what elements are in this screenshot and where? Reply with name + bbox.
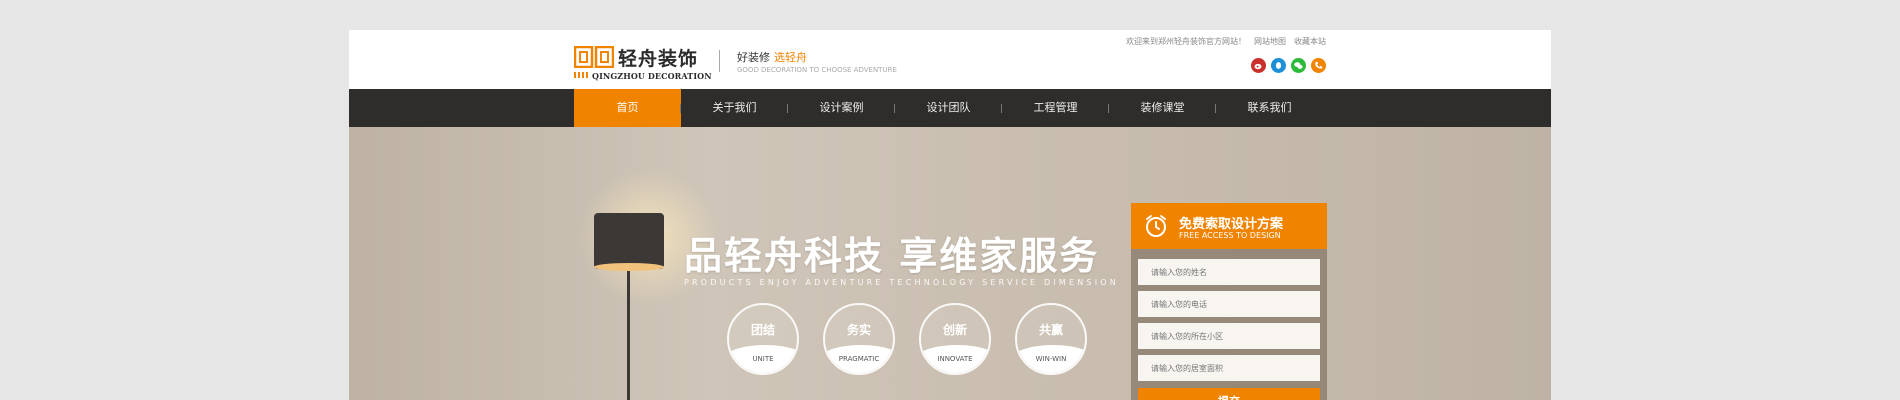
value-cn: 务实 — [846, 323, 871, 337]
design-request-form: 免费索取设计方案 FREE ACCESS TO DESIGN 提交 — [1131, 203, 1327, 400]
slogan-main: 好装修 — [737, 51, 770, 64]
sitemap-link[interactable]: 网站地图 — [1254, 36, 1286, 47]
weibo-icon[interactable] — [1251, 58, 1266, 73]
wechat-icon[interactable] — [1291, 58, 1306, 73]
logo-subtext: QINGZHOU DECORATION — [592, 71, 712, 81]
nav-item-team[interactable]: 设计团队 — [895, 89, 1002, 127]
value-cn: 共赢 — [1038, 323, 1063, 337]
value-en: INNOVATE — [937, 355, 973, 363]
site-logo[interactable]: 轻舟装饰 QINGZHOU DECORATION — [574, 44, 712, 81]
slogan: 好装修 选轻舟 — [737, 49, 807, 65]
logo-bars-icon — [574, 72, 588, 78]
nav-item-contact[interactable]: 联系我们 — [1216, 89, 1323, 127]
value-cn: 创新 — [942, 323, 967, 337]
value-circle: 共赢 WIN-WIN — [1015, 303, 1087, 375]
nav-label: 装修课堂 — [1140, 101, 1185, 114]
community-input[interactable] — [1138, 323, 1320, 349]
nav-label: 关于我们 — [712, 101, 757, 114]
form-subtitle: FREE ACCESS TO DESIGN — [1179, 231, 1281, 240]
banner-subline: PRODUCTS ENJOY ADVENTURE TECHNOLOGY SERV… — [684, 278, 1119, 287]
nav-item-home[interactable]: 首页 — [574, 89, 681, 127]
phone-input[interactable] — [1138, 291, 1320, 317]
nav-item-engineering[interactable]: 工程管理 — [1002, 89, 1109, 127]
nav-label: 设计团队 — [926, 101, 971, 114]
submit-button[interactable]: 提交 — [1138, 388, 1320, 400]
nav-label: 设计案例 — [819, 101, 864, 114]
nav-label: 首页 — [616, 101, 639, 114]
nav-item-classroom[interactable]: 装修课堂 — [1109, 89, 1216, 127]
value-en: PRAGMATIC — [838, 355, 880, 363]
value-en: UNITE — [752, 355, 774, 363]
value-circle: 创新 INNOVATE — [919, 303, 991, 375]
phone-icon[interactable] — [1311, 58, 1326, 73]
alarm-clock-icon — [1146, 215, 1166, 237]
form-title: 免费索取设计方案 — [1179, 217, 1284, 232]
favorite-link[interactable]: 收藏本站 — [1294, 36, 1326, 47]
qq-icon[interactable] — [1271, 58, 1286, 73]
value-circle: 团结 UNITE — [727, 303, 799, 375]
main-nav: 首页 关于我们 设计案例 设计团队 工程管理 装修课堂 联系我们 — [349, 89, 1551, 127]
values-row: 团结 UNITE 务实 PRAGMATIC 创新 INNOVATE 共赢 WIN… — [727, 303, 1087, 375]
banner-headline: 品轻舟科技 享维家服务 — [684, 234, 1100, 278]
form-header: 免费索取设计方案 FREE ACCESS TO DESIGN — [1131, 203, 1327, 249]
hero-banner: 品轻舟科技 享维家服务 PRODUCTS ENJOY ADVENTURE TEC… — [349, 127, 1551, 400]
area-input[interactable] — [1138, 355, 1320, 381]
name-input[interactable] — [1138, 259, 1320, 285]
slogan-english: GOOD DECORATION TO CHOOSE ADVENTURE — [737, 66, 897, 74]
welcome-text: 欢迎来到郑州轻舟装饰官方网站！ — [1126, 37, 1246, 46]
value-en: WIN-WIN — [1035, 355, 1067, 363]
lamp-pole-image — [627, 271, 630, 400]
nav-label: 联系我们 — [1247, 101, 1292, 114]
lamp-light-image — [594, 263, 664, 271]
logo-text: 轻舟装饰 — [618, 48, 699, 70]
header-divider — [719, 50, 720, 72]
value-circle: 务实 PRAGMATIC — [823, 303, 895, 375]
nav-item-cases[interactable]: 设计案例 — [788, 89, 895, 127]
lamp-shade-image — [594, 213, 664, 269]
logo-mark-icon — [574, 46, 614, 68]
nav-item-about[interactable]: 关于我们 — [681, 89, 788, 127]
value-cn: 团结 — [750, 323, 775, 337]
slogan-accent: 选轻舟 — [774, 51, 807, 64]
top-links: 欢迎来到郑州轻舟装饰官方网站！ 网站地图 收藏本站 — [1126, 36, 1326, 47]
nav-label: 工程管理 — [1033, 101, 1078, 114]
social-icons — [1251, 58, 1326, 73]
page: 轻舟装饰 QINGZHOU DECORATION 好装修 选轻舟 GOOD DEC… — [349, 30, 1551, 400]
site-header: 轻舟装饰 QINGZHOU DECORATION 好装修 选轻舟 GOOD DEC… — [349, 30, 1551, 89]
